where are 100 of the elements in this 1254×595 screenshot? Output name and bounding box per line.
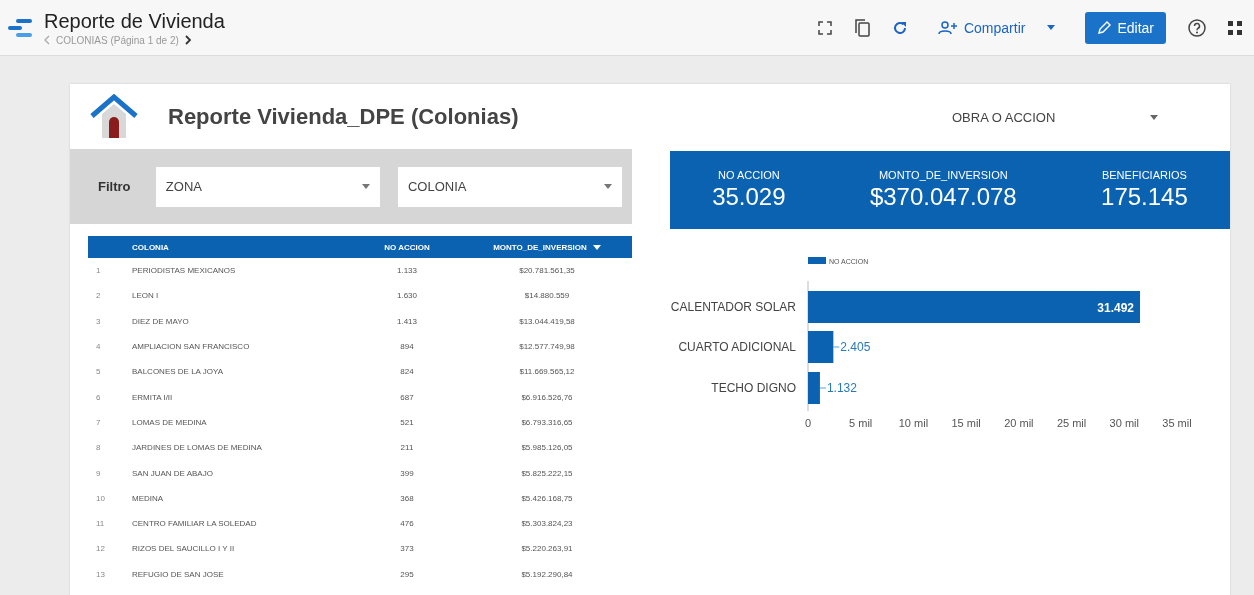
axis-tick-label: 20 mil (1004, 417, 1034, 429)
table-cell-text: RIZOS DEL SAUCILLO I Y II (132, 544, 236, 554)
table-cell-text: 399 (399, 468, 415, 478)
table-cell-text: LEON I (132, 291, 160, 301)
table-cell-text: LOMAS DE MEDINA (132, 417, 208, 427)
table-cell-text: ERMITA I/II (132, 392, 174, 402)
column-header[interactable]: NO ACCION (352, 242, 462, 252)
axis-tick-label: 35 mil (1162, 417, 1192, 429)
table-cell-text: AMPLIACION SAN FRANCISCO (132, 342, 251, 352)
table-cell-text: 211 (399, 443, 415, 453)
next-page-icon[interactable] (184, 35, 192, 45)
row-number: 13 (95, 569, 106, 579)
table-cell-text: 1.630 (396, 291, 418, 301)
report-heading: Reporte Vivienda_DPE (Colonias) (168, 103, 519, 130)
table-cell-text: $5.426.168,75 (520, 493, 574, 503)
kpi-value: $370.047.078 (869, 183, 1017, 211)
axis-tick-label: 10 mil (898, 417, 929, 429)
table-cell-text: 1.413 (396, 316, 418, 326)
table-cell-text: 373 (399, 544, 415, 554)
table-cell-text: $6.793.316,65 (520, 417, 574, 427)
row-number: 4 (95, 342, 102, 352)
table-cell-text: DIEZ DE MAYO (132, 316, 190, 326)
row-number: 1 (95, 266, 102, 276)
row-number: 9 (95, 468, 102, 478)
row-number: 5 (95, 367, 102, 377)
bar (808, 331, 834, 363)
table-cell-text: JARDINES DE LOMAS DE MEDINA (132, 443, 263, 453)
page-navigation: COLONIAS (Página 1 de 2) (56, 34, 179, 46)
caret-icon (1047, 25, 1056, 30)
table-cell-text: $5.192.290,84 (520, 569, 574, 579)
axis-tick-label: 0 (804, 417, 812, 429)
fullscreen-icon[interactable] (817, 20, 832, 35)
row-number: 12 (95, 544, 106, 554)
value-label: 31.492 (1097, 301, 1134, 315)
row-number: 10 (95, 493, 106, 503)
axis-tick-label: 30 mil (1109, 417, 1139, 429)
category-label: CALENTADOR SOLAR (670, 300, 796, 314)
share-button[interactable]: Compartir (929, 13, 1064, 42)
category-label: CUARTO ADICIONAL (678, 340, 796, 354)
row-number: 11 (95, 519, 106, 529)
table-cell-text: $5.985.126,05 (520, 443, 574, 453)
table-cell-text: PERIODISTAS MEXICANOS (132, 266, 237, 276)
table-cell-text: 687 (399, 392, 415, 402)
row-number: 7 (95, 417, 102, 427)
add-person-icon (937, 20, 958, 35)
table-cell-text: SAN JUAN DE ABAJO (132, 468, 214, 478)
table-cell-text: REFUGIO DE SAN JOSE (132, 569, 225, 579)
row-number: 6 (95, 392, 102, 402)
table-cell-text: $11.669.565,12 (518, 367, 576, 377)
help-icon[interactable] (1188, 18, 1206, 37)
table-cell-text: 521 (399, 417, 415, 427)
caret-icon (604, 184, 612, 189)
pencil-icon (1097, 20, 1112, 35)
caret-icon (1150, 115, 1159, 120)
column-header[interactable]: COLONIA (132, 242, 352, 252)
axis-tick-label: 25 mil (1056, 417, 1087, 429)
table-cell-text: MEDINA (132, 493, 165, 503)
table-cell-text: BALCONES DE LA JOYA (132, 367, 224, 377)
table-cell-text: 894 (399, 342, 415, 352)
caret-icon (361, 184, 370, 189)
report-title: Reporte de Vivienda (44, 9, 225, 33)
filter-dropdown[interactable]: ZONA (155, 166, 380, 207)
filter-dropdown[interactable]: COLONIA (397, 166, 622, 207)
row-number: 8 (95, 443, 102, 453)
row-number: 2 (95, 291, 102, 301)
filter-label: Filtro (98, 179, 132, 194)
refresh-icon[interactable] (891, 19, 908, 36)
kpi-label: BENEFICIARIOS (1101, 169, 1187, 181)
kpi-label: MONTO_DE_INVERSION (878, 169, 1008, 181)
table-cell-text: 368 (399, 493, 415, 503)
table-cell-text: $14.880.559 (523, 291, 571, 301)
table-cell-text: CENTRO FAMILIAR LA SOLEDAD (132, 519, 258, 529)
table-cell-text: 476 (399, 519, 415, 529)
kpi-value: 175.145 (1101, 183, 1188, 211)
axis-tick-label: 5 mil (849, 417, 873, 429)
copy-icon[interactable] (853, 18, 870, 37)
logo-icon (8, 17, 34, 38)
table-cell-text: $5.220.263,91 (520, 544, 574, 554)
axis-tick-label: 15 mil (951, 417, 981, 429)
value-label: 2.405 (840, 340, 871, 354)
table-cell-text: 824 (399, 367, 415, 377)
caret-icon (592, 244, 601, 250)
kpi-label: NO ACCION (718, 169, 780, 181)
row-number: 3 (95, 316, 102, 326)
action-dropdown[interactable]: OBRA O ACCION (670, 84, 1230, 151)
table-cell-text: $13.044.419,58 (518, 316, 576, 326)
value-label: 1.132 (826, 381, 857, 395)
house-icon (90, 93, 138, 140)
edit-button[interactable]: Editar (1085, 11, 1166, 44)
table-cell-text: $6.916.526,76 (520, 392, 574, 402)
table-cell-text: 1.133 (396, 266, 418, 276)
table-cell-text: $5.825.222,15 (520, 468, 574, 478)
column-header[interactable]: MONTO_DE_INVERSION (493, 242, 587, 252)
kpi-value: 35.029 (712, 183, 786, 211)
table-cell-text: $20.781.561,35 (518, 266, 576, 276)
apps-icon[interactable] (1228, 20, 1242, 35)
category-label: TECHO DIGNO (711, 381, 796, 395)
table-cell-text: $5.303.824,23 (520, 519, 574, 529)
table-cell-text: $12.577.749,98 (518, 342, 576, 352)
table-cell-text: 295 (399, 569, 415, 579)
